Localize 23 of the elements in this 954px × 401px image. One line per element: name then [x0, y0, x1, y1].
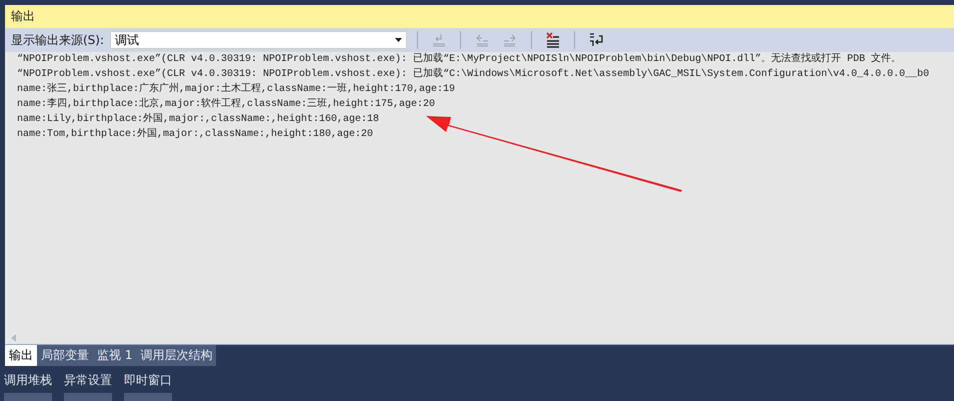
- output-line: name:张三,birthplace:广东广州,major:土木工程,className:一班,height:170,age:19: [17, 82, 456, 97]
- output-line: “NPOIProblem.vshost.exe”(CLR v4.0.30319: NPOIProblem.vshost.exe): 已加载“E:\MyProject\NPOISln\NPOIProblem\bin\Debug\NPOI.dll”。无法查找或打开 PDB 文件。: [17, 52, 902, 67]
- output-line: name:李四,birthplace:北京,major:软件工程,className:三班,height:175,age:20: [17, 97, 436, 112]
- panel-tab[interactable]: 即时窗口: [124, 372, 172, 389]
- next-icon: [502, 32, 518, 48]
- source-dropdown[interactable]: 调试: [110, 31, 408, 49]
- panel-tab[interactable]: 输出: [5, 345, 37, 366]
- output-line: “NPOIProblem.vshost.exe”(CLR v4.0.30319: NPOIProblem.vshost.exe): 已加载“C:\Windows\Microsoft.Net\assembly\GAC_MSIL\System.Configuration\v4.0_4.0.0.0__b0: [17, 67, 930, 82]
- dropdown-caret-icon: [395, 38, 402, 42]
- scroll-left-icon[interactable]: [11, 334, 16, 342]
- output-line: name:Tom,birthplace:外国,major:,className:,height:180,age:20: [17, 127, 374, 142]
- source-label: 显示输出来源(S):: [11, 32, 104, 48]
- panel-tab[interactable]: 监视 1: [93, 345, 136, 366]
- panel-title: 输出: [11, 8, 35, 25]
- panel-tab[interactable]: 调用层次结构: [136, 345, 216, 366]
- output-line: name:Lily,birthplace:外国,major:,className:,height:160,age:18: [17, 112, 380, 127]
- find-previous-icon: [431, 32, 448, 48]
- panel-tab[interactable]: 异常设置: [64, 372, 112, 389]
- previous-icon: [474, 32, 490, 48]
- panel-tab[interactable]: 局部变量: [37, 345, 93, 366]
- clear-all-icon: [545, 32, 562, 48]
- panel-tab[interactable]: 调用堆栈: [4, 372, 52, 389]
- word-wrap-icon: [588, 32, 604, 48]
